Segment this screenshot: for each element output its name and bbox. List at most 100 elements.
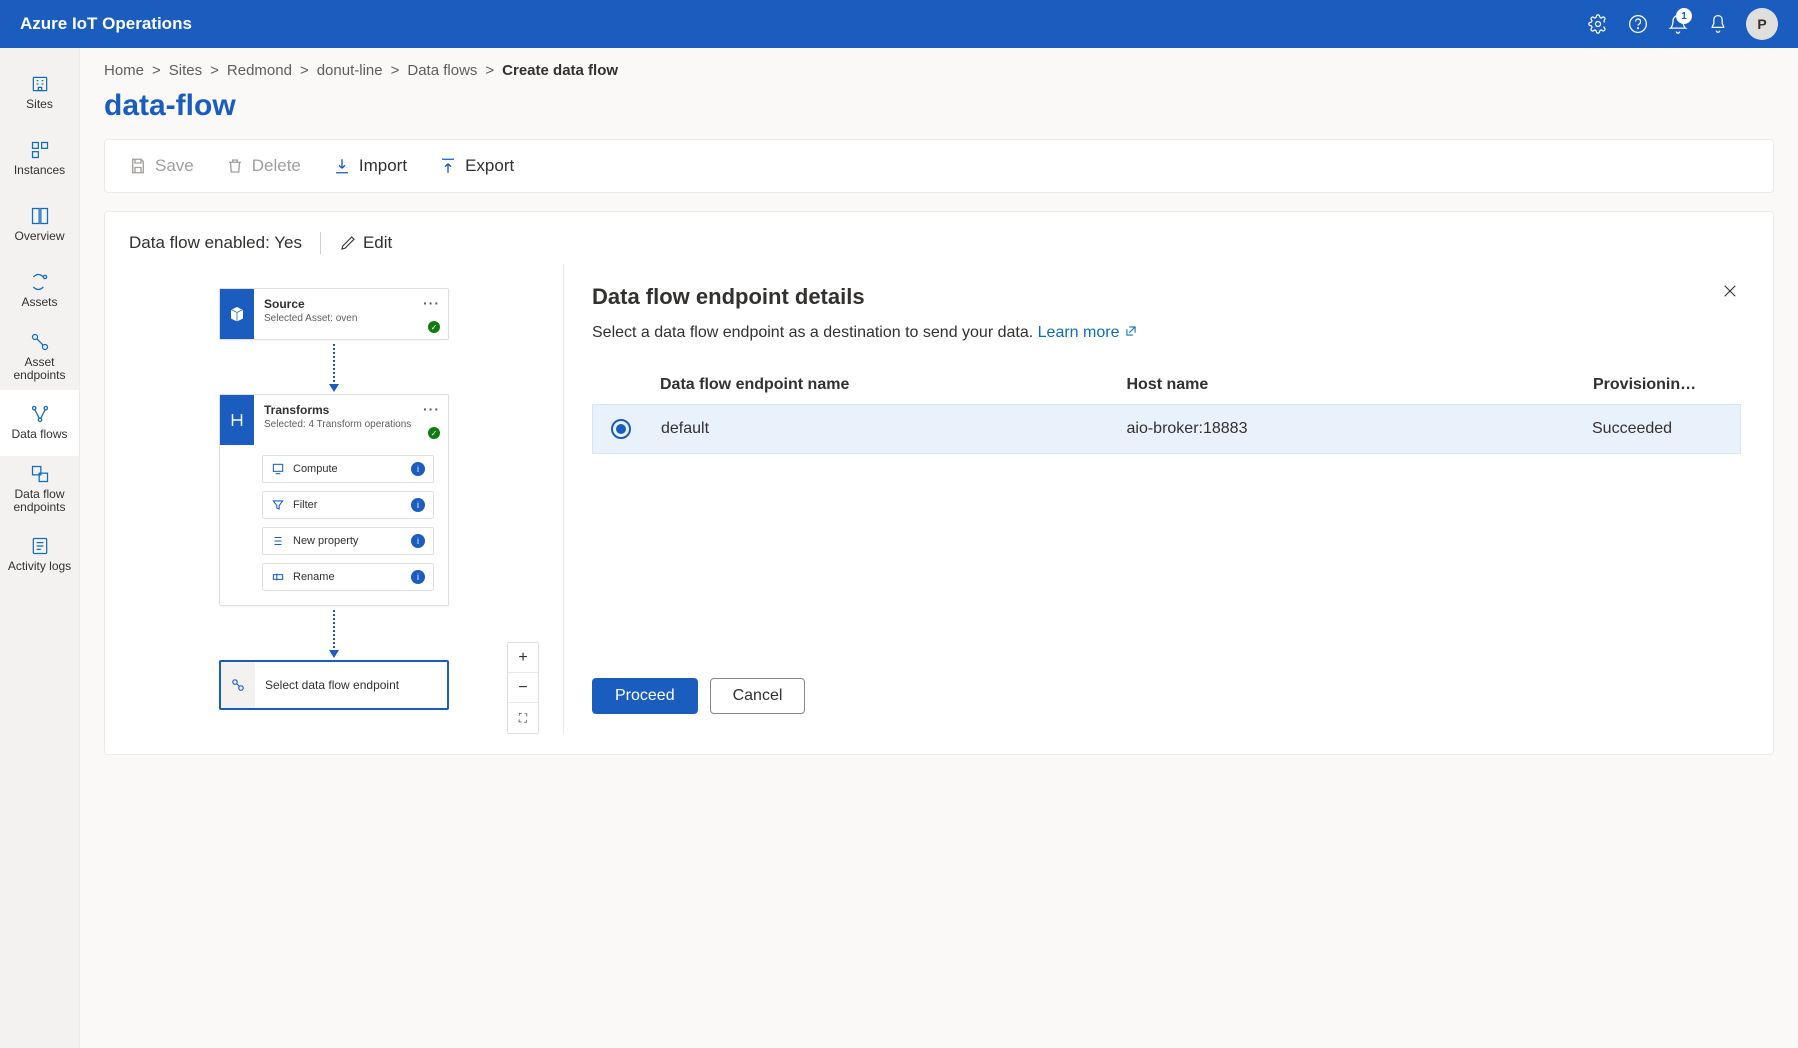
- sidebar-item-label: Instances: [14, 164, 65, 177]
- source-node[interactable]: Source Selected Asset: oven ···: [219, 288, 449, 340]
- import-icon: [333, 157, 351, 175]
- sidebar-item-label: Sites: [26, 98, 53, 111]
- delete-button: Delete: [226, 156, 301, 176]
- close-button[interactable]: [1721, 282, 1739, 303]
- cell-host: aio-broker:18883: [1127, 420, 1593, 438]
- sidebar-item-assets[interactable]: Assets: [0, 258, 79, 324]
- crumb-current: Create data flow: [502, 62, 618, 79]
- cube-icon: [220, 289, 254, 339]
- more-icon[interactable]: ···: [423, 295, 440, 311]
- connector-arrow: [333, 610, 335, 656]
- logs-icon: [30, 536, 50, 556]
- zoom-controls: + − ⛶: [507, 642, 539, 734]
- transforms-node[interactable]: Transforms Selected: 4 Transform operati…: [219, 394, 449, 606]
- sidebar-item-instances[interactable]: Instances: [0, 126, 79, 192]
- notifications-icon[interactable]: 1: [1658, 4, 1698, 44]
- radio-selected[interactable]: [611, 419, 631, 439]
- transforms-title: Transforms: [264, 403, 438, 417]
- external-link-icon: [1124, 324, 1138, 338]
- notification-badge: 1: [1676, 8, 1692, 24]
- cell-state: Succeeded: [1592, 420, 1732, 438]
- main-content: Home> Sites> Redmond> donut-line> Data f…: [80, 48, 1798, 1048]
- col-name: Data flow endpoint name: [660, 376, 1127, 394]
- sidebar-item-data-flows[interactable]: Data flows: [0, 390, 79, 456]
- endpoint-icon: [221, 662, 255, 708]
- cancel-button[interactable]: Cancel: [710, 678, 806, 714]
- crumb-sites[interactable]: Sites: [169, 62, 202, 79]
- brand-title: Azure IoT Operations: [20, 14, 192, 34]
- col-state: Provisionin…: [1593, 376, 1733, 394]
- proceed-button[interactable]: Proceed: [592, 678, 698, 714]
- rename-icon: [271, 570, 285, 584]
- compute-icon: [271, 462, 285, 476]
- op-filter[interactable]: Filter i: [262, 491, 434, 519]
- topbar: Azure IoT Operations 1 P: [0, 0, 1798, 48]
- col-host: Host name: [1127, 376, 1594, 394]
- sidebar-item-asset-endpoints[interactable]: Asset endpoints: [0, 324, 79, 390]
- toolbar: Save Delete Import Export: [104, 139, 1774, 193]
- table-row[interactable]: default aio-broker:18883 Succeeded: [592, 404, 1741, 454]
- fit-button[interactable]: ⛶: [508, 703, 538, 733]
- trash-icon: [226, 157, 244, 175]
- op-rename[interactable]: Rename i: [262, 563, 434, 591]
- overview-icon: [30, 206, 50, 226]
- dataflow-icon: [30, 404, 50, 424]
- op-compute[interactable]: Compute i: [262, 455, 434, 483]
- sidebar-item-label: Overview: [14, 230, 64, 243]
- help-icon[interactable]: [1618, 4, 1658, 44]
- crumb-donut-line[interactable]: donut-line: [317, 62, 383, 79]
- info-icon: i: [411, 534, 425, 548]
- shell: Sites Instances Overview Assets Asset en…: [0, 48, 1798, 1048]
- transforms-subtitle: Selected: 4 Transform operations: [264, 419, 438, 430]
- source-title: Source: [264, 297, 438, 311]
- grid-icon: [30, 140, 50, 160]
- flow-canvas: Source Selected Asset: oven ···: [129, 264, 539, 734]
- destination-node[interactable]: Select data flow endpoint: [219, 660, 449, 710]
- crumb-data-flows[interactable]: Data flows: [407, 62, 477, 79]
- cell-name: default: [661, 420, 1127, 438]
- sidebar-item-label: Data flow endpoints: [4, 488, 75, 514]
- page-title: data-flow: [104, 89, 1774, 123]
- endpoints-icon: [30, 464, 50, 484]
- close-icon: [1721, 282, 1739, 300]
- zoom-out-button[interactable]: −: [508, 673, 538, 703]
- sidebar-item-sites[interactable]: Sites: [0, 60, 79, 126]
- transform-ops: Compute i Filter i New property: [220, 445, 448, 605]
- settings-icon[interactable]: [1578, 4, 1618, 44]
- pencil-icon: [339, 234, 357, 252]
- save-button: Save: [129, 156, 194, 176]
- flow-enabled-label: Data flow enabled: Yes: [129, 233, 302, 253]
- learn-more-link[interactable]: Learn more: [1038, 324, 1138, 341]
- save-icon: [129, 157, 147, 175]
- alerts-icon[interactable]: [1698, 4, 1738, 44]
- sidebar-item-data-flow-endpoints[interactable]: Data flow endpoints: [0, 456, 79, 522]
- op-new-property[interactable]: New property i: [262, 527, 434, 555]
- export-button[interactable]: Export: [439, 156, 514, 176]
- panel-title: Data flow endpoint details: [592, 284, 1741, 310]
- info-icon: i: [411, 570, 425, 584]
- more-icon[interactable]: ···: [423, 401, 440, 417]
- import-button[interactable]: Import: [333, 156, 407, 176]
- export-icon: [439, 157, 457, 175]
- flow-body: Source Selected Asset: oven ···: [129, 264, 1749, 734]
- edit-button[interactable]: Edit: [339, 233, 392, 253]
- zoom-in-button[interactable]: +: [508, 643, 538, 673]
- crumb-home[interactable]: Home: [104, 62, 144, 79]
- sidebar-item-label: Activity logs: [8, 560, 71, 573]
- table-header: Data flow endpoint name Host name Provis…: [592, 366, 1741, 404]
- user-avatar[interactable]: P: [1746, 8, 1778, 40]
- flow-card: Data flow enabled: Yes Edit: [104, 211, 1774, 755]
- flow-header: Data flow enabled: Yes Edit: [129, 232, 1749, 254]
- sidebar-item-label: Asset endpoints: [4, 356, 75, 382]
- check-icon: [428, 427, 440, 439]
- panel-description: Select a data flow endpoint as a destina…: [592, 324, 1741, 342]
- endpoint-table: Data flow endpoint name Host name Provis…: [592, 366, 1741, 454]
- asset-icon: [30, 272, 50, 292]
- source-subtitle: Selected Asset: oven: [264, 313, 438, 324]
- sidebar-item-activity-logs[interactable]: Activity logs: [0, 522, 79, 588]
- crumb-redmond[interactable]: Redmond: [227, 62, 292, 79]
- sidebar-item-overview[interactable]: Overview: [0, 192, 79, 258]
- sidebar-item-label: Data flows: [11, 428, 67, 441]
- filter-icon: [271, 498, 285, 512]
- list-icon: [271, 534, 285, 548]
